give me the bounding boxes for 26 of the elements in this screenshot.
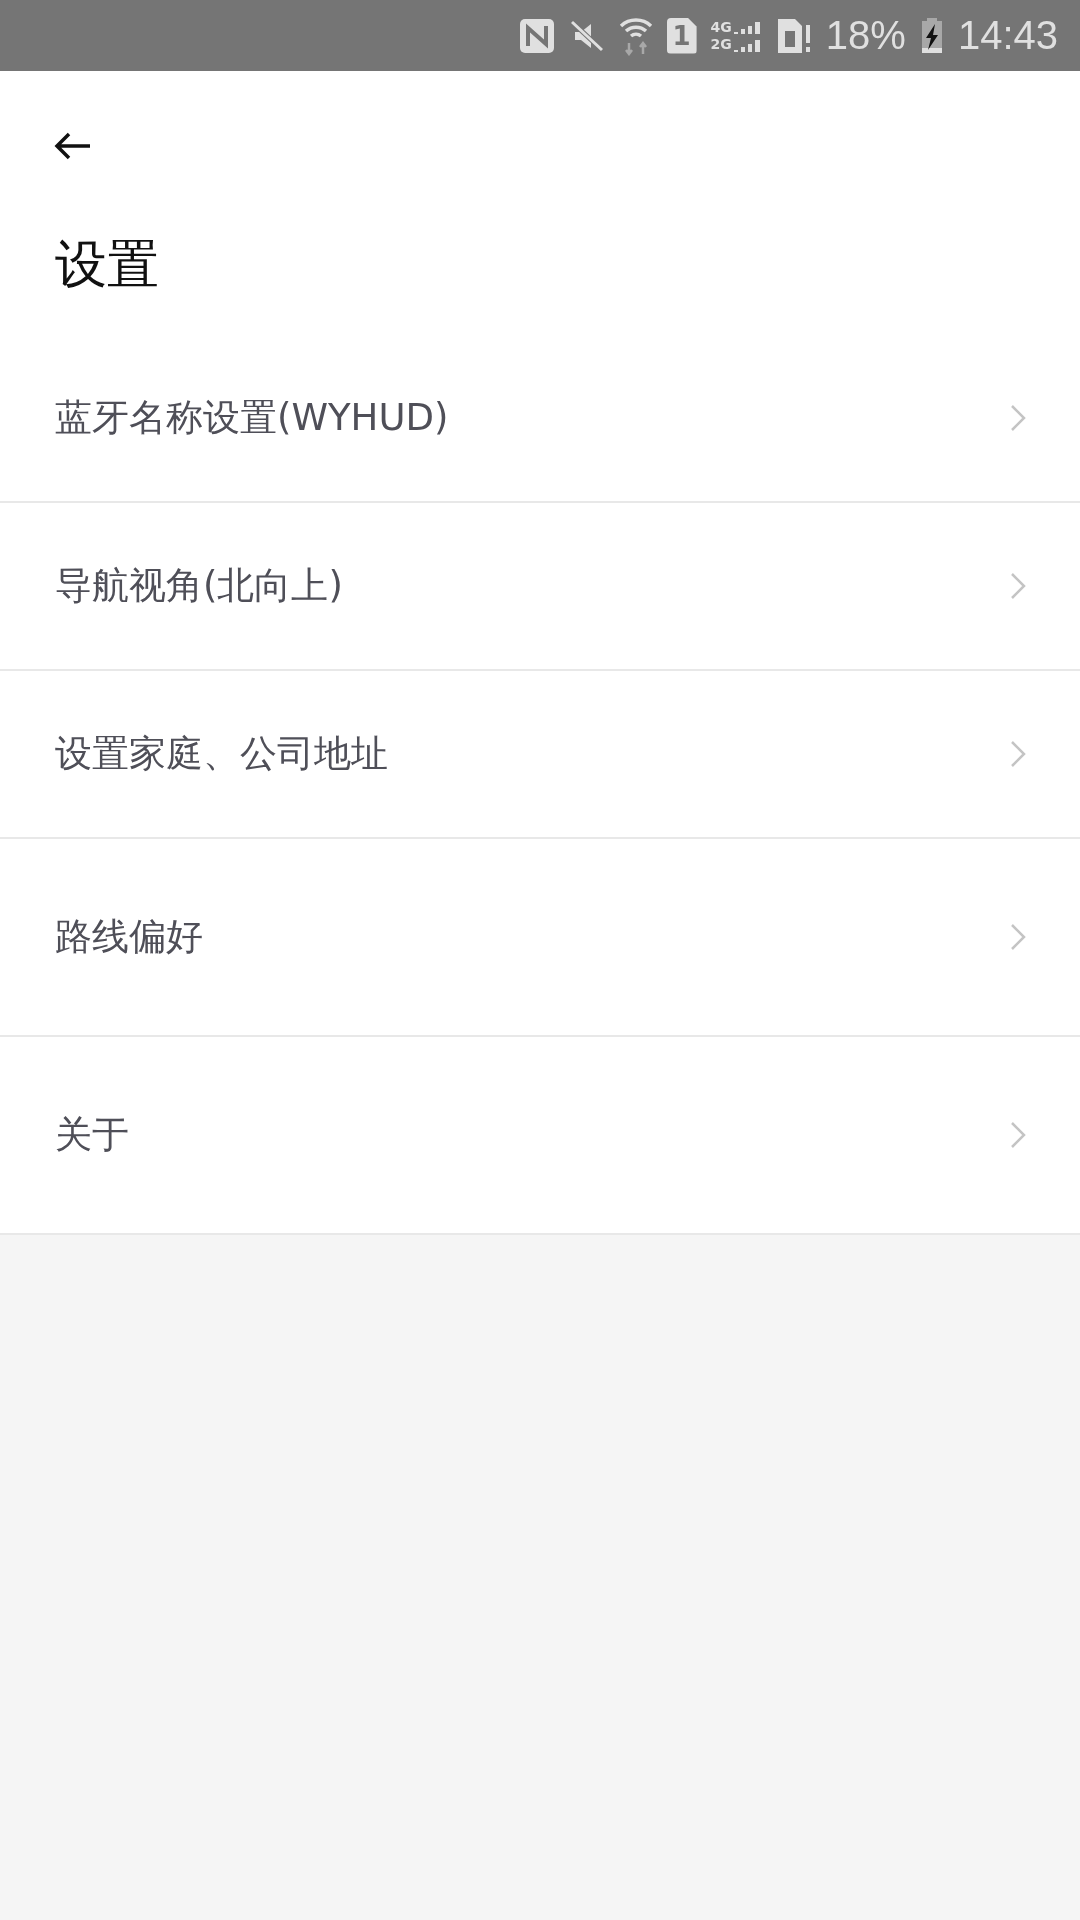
- chevron-right-icon: [1010, 404, 1026, 433]
- settings-label: 关于: [55, 1112, 129, 1159]
- sim-card-alert-icon: [775, 16, 812, 55]
- nfc-icon: [518, 17, 555, 54]
- page-title: 设置: [55, 233, 160, 296]
- settings-item[interactable]: 蓝牙名称设置(WYHUD): [0, 335, 1080, 504]
- wifi-icon: [618, 15, 653, 56]
- chevron-right-icon: [1010, 740, 1026, 769]
- battery-charging-icon: [919, 17, 944, 54]
- chevron-right-icon: [1010, 572, 1026, 601]
- chevron-right-icon: [1010, 923, 1026, 952]
- settings-label: 设置家庭、公司地址: [55, 731, 388, 778]
- settings-item[interactable]: 关于: [0, 1037, 1080, 1236]
- settings-item[interactable]: 导航视角(北向上): [0, 503, 1080, 672]
- clock: 14:43: [957, 13, 1058, 58]
- network-type: 4G: [710, 18, 732, 36]
- battery-percent: 18%: [825, 13, 906, 58]
- back-arrow-icon: [54, 131, 92, 161]
- sim-icon: 1: [666, 17, 697, 54]
- settings-label: 导航视角(北向上): [55, 563, 343, 610]
- settings-item[interactable]: 路线偏好: [0, 839, 1080, 1038]
- settings-label: 蓝牙名称设置(WYHUD): [55, 395, 449, 442]
- chevron-right-icon: [1010, 1121, 1026, 1150]
- network-type: 2G: [710, 35, 732, 53]
- settings-label: 路线偏好: [55, 914, 203, 961]
- settings-item[interactable]: 设置家庭、公司地址: [0, 671, 1080, 840]
